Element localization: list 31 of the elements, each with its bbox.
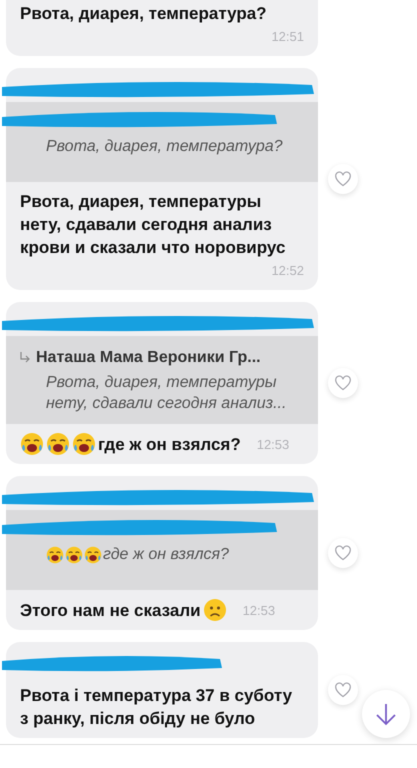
reply-arrow-icon: [18, 351, 32, 365]
quoted-text: Рвота, диарея, температуры нету, сдавали сегодня анализ...: [46, 373, 288, 414]
heart-icon: [334, 682, 352, 698]
message-text: Рвота, диарея, температуры нету, сдавали сегодня анализ крови и сказали что норовирус: [20, 191, 286, 259]
crying-face-icon: [46, 546, 64, 564]
like-button[interactable]: [328, 675, 358, 705]
message-text: Рвота, диарея, температура?: [20, 3, 267, 25]
sad-face-icon: [202, 598, 227, 622]
message-text: Этого нам не сказали: [20, 600, 201, 622]
like-button[interactable]: [328, 538, 358, 568]
quoted-text: где ж он взялся?: [103, 545, 229, 565]
crying-face-icon: [46, 432, 70, 456]
message-text: Рвота і температура 37 в суботу з ранку, після обіду не було: [20, 685, 294, 730]
like-button[interactable]: [328, 164, 358, 194]
like-button[interactable]: [328, 368, 358, 398]
timestamp: 12:51: [271, 28, 304, 46]
timestamp: 12:53: [242, 603, 276, 618]
timestamp: 12:53: [256, 437, 290, 452]
scroll-down-button[interactable]: [362, 690, 410, 738]
arrow-down-icon: [375, 702, 397, 726]
crying-face-icon: [65, 546, 83, 564]
crying-face-icon: [84, 546, 102, 564]
message-text: где ж он взялся?: [98, 434, 241, 456]
timestamp: 12:52: [271, 262, 304, 280]
crying-face-icon: [72, 432, 96, 456]
quoted-text: Рвота, диарея, температура?: [46, 137, 283, 157]
heart-icon: [334, 375, 352, 391]
quoted-sender: Наташа Мама Вероники Гр...: [36, 348, 261, 368]
crying-face-icon: [20, 432, 44, 456]
heart-icon: [334, 545, 352, 561]
heart-icon: [334, 171, 352, 187]
